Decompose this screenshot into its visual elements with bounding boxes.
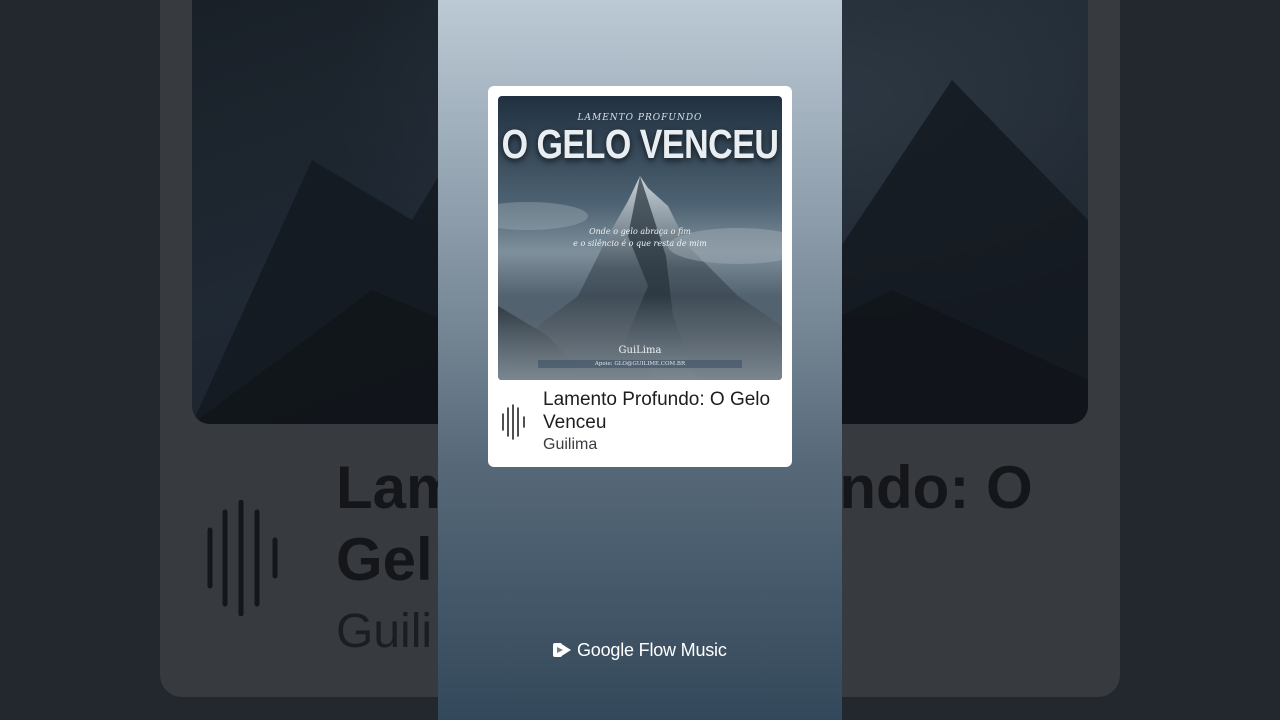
brand-name: Google Flow Music <box>577 639 727 660</box>
album-cover[interactable]: LAMENTO PROFUNDO O GELO VENCEU Onde o ge… <box>498 96 782 380</box>
cover-subtitle-line: e o silêncio é o que resta de mim <box>573 239 707 248</box>
play-flow-icon <box>553 643 571 657</box>
cover-contact: Apoie: GLO@GUILIME.COM.BR <box>538 360 742 368</box>
waveform-icon <box>502 404 525 440</box>
track-title: Lamento Profundo: O Gelo Venceu <box>543 389 771 433</box>
cover-title: O GELO VENCEU <box>501 122 779 168</box>
cover-subtitle: Onde o gelo abraça o fim e o silêncio é … <box>498 226 782 250</box>
track-artist: Guilima <box>543 436 598 453</box>
cover-artist: GuiLima <box>618 345 662 356</box>
brand-logo: Google Flow Music <box>553 638 727 662</box>
cover-subtitle-line: Onde o gelo abraça o fim <box>589 227 691 236</box>
share-panel: LAMENTO PROFUNDO O GELO VENCEU Onde o ge… <box>438 0 842 720</box>
track-card[interactable]: LAMENTO PROFUNDO O GELO VENCEU Onde o ge… <box>488 86 792 467</box>
